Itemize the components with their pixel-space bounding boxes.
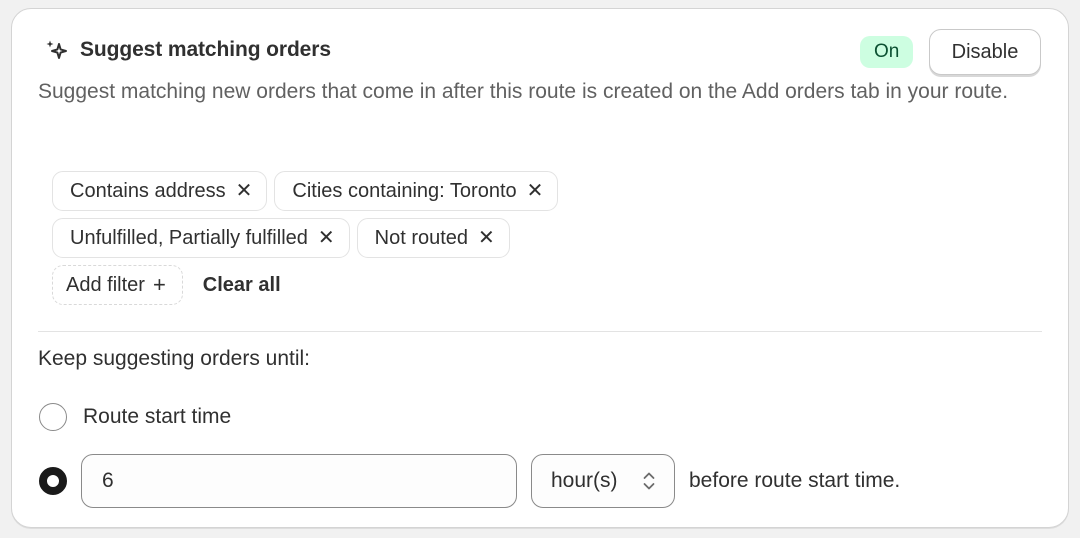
filter-chip-label: Contains address xyxy=(70,179,226,202)
hours-input[interactable] xyxy=(81,454,517,508)
filter-chip-label: Not routed xyxy=(374,226,469,249)
filter-chip-not-routed[interactable]: Not routed ✕ xyxy=(356,218,510,258)
suggest-matching-orders-card: Suggest matching orders On Disable Sugge… xyxy=(11,8,1069,528)
filter-group: Contains address ✕ Cities containing: To… xyxy=(52,171,952,305)
chevron-up-down-icon xyxy=(642,469,656,493)
sparkle-icon xyxy=(44,37,70,63)
unit-select[interactable]: hour(s) xyxy=(531,454,675,508)
radio-option-route-start[interactable]: Route start time xyxy=(39,403,231,431)
filter-chip-label: Cities containing: Toronto xyxy=(292,179,517,202)
add-filter-label: Add filter xyxy=(66,273,145,296)
close-icon[interactable]: ✕ xyxy=(527,181,544,201)
filter-actions: Add filter + Clear all xyxy=(52,265,952,305)
filter-chip-cities[interactable]: Cities containing: Toronto ✕ xyxy=(274,171,559,211)
radio-hours-before[interactable] xyxy=(39,467,67,495)
close-icon[interactable]: ✕ xyxy=(318,228,335,248)
card-description: Suggest matching new orders that come in… xyxy=(38,80,1009,103)
card-title: Suggest matching orders xyxy=(80,38,331,61)
suggest-until-label: Keep suggesting orders until: xyxy=(38,347,311,370)
filter-row: Unfulfilled, Partially fulfilled ✕ Not r… xyxy=(52,218,952,258)
clear-all-button[interactable]: Clear all xyxy=(203,274,281,297)
after-text: before route start time. xyxy=(689,469,901,492)
unit-select-value: hour(s) xyxy=(551,469,618,492)
title-group: Suggest matching orders xyxy=(44,37,331,63)
filter-chip-contains-address[interactable]: Contains address ✕ xyxy=(52,171,268,211)
radio-option-hours-before: hour(s) before route start time. xyxy=(39,454,900,508)
divider xyxy=(38,331,1042,332)
close-icon[interactable]: ✕ xyxy=(236,181,253,201)
radio-label: Route start time xyxy=(83,405,232,428)
add-filter-button[interactable]: Add filter + xyxy=(52,265,183,305)
filter-chip-fulfillment[interactable]: Unfulfilled, Partially fulfilled ✕ xyxy=(52,218,350,258)
disable-button[interactable]: Disable xyxy=(929,29,1041,75)
plus-icon: + xyxy=(152,272,166,297)
filter-row: Contains address ✕ Cities containing: To… xyxy=(52,171,952,211)
radio-route-start-time[interactable] xyxy=(39,403,67,431)
status-badge: On xyxy=(860,36,914,68)
filter-chip-label: Unfulfilled, Partially fulfilled xyxy=(70,226,308,249)
close-icon[interactable]: ✕ xyxy=(478,228,495,248)
